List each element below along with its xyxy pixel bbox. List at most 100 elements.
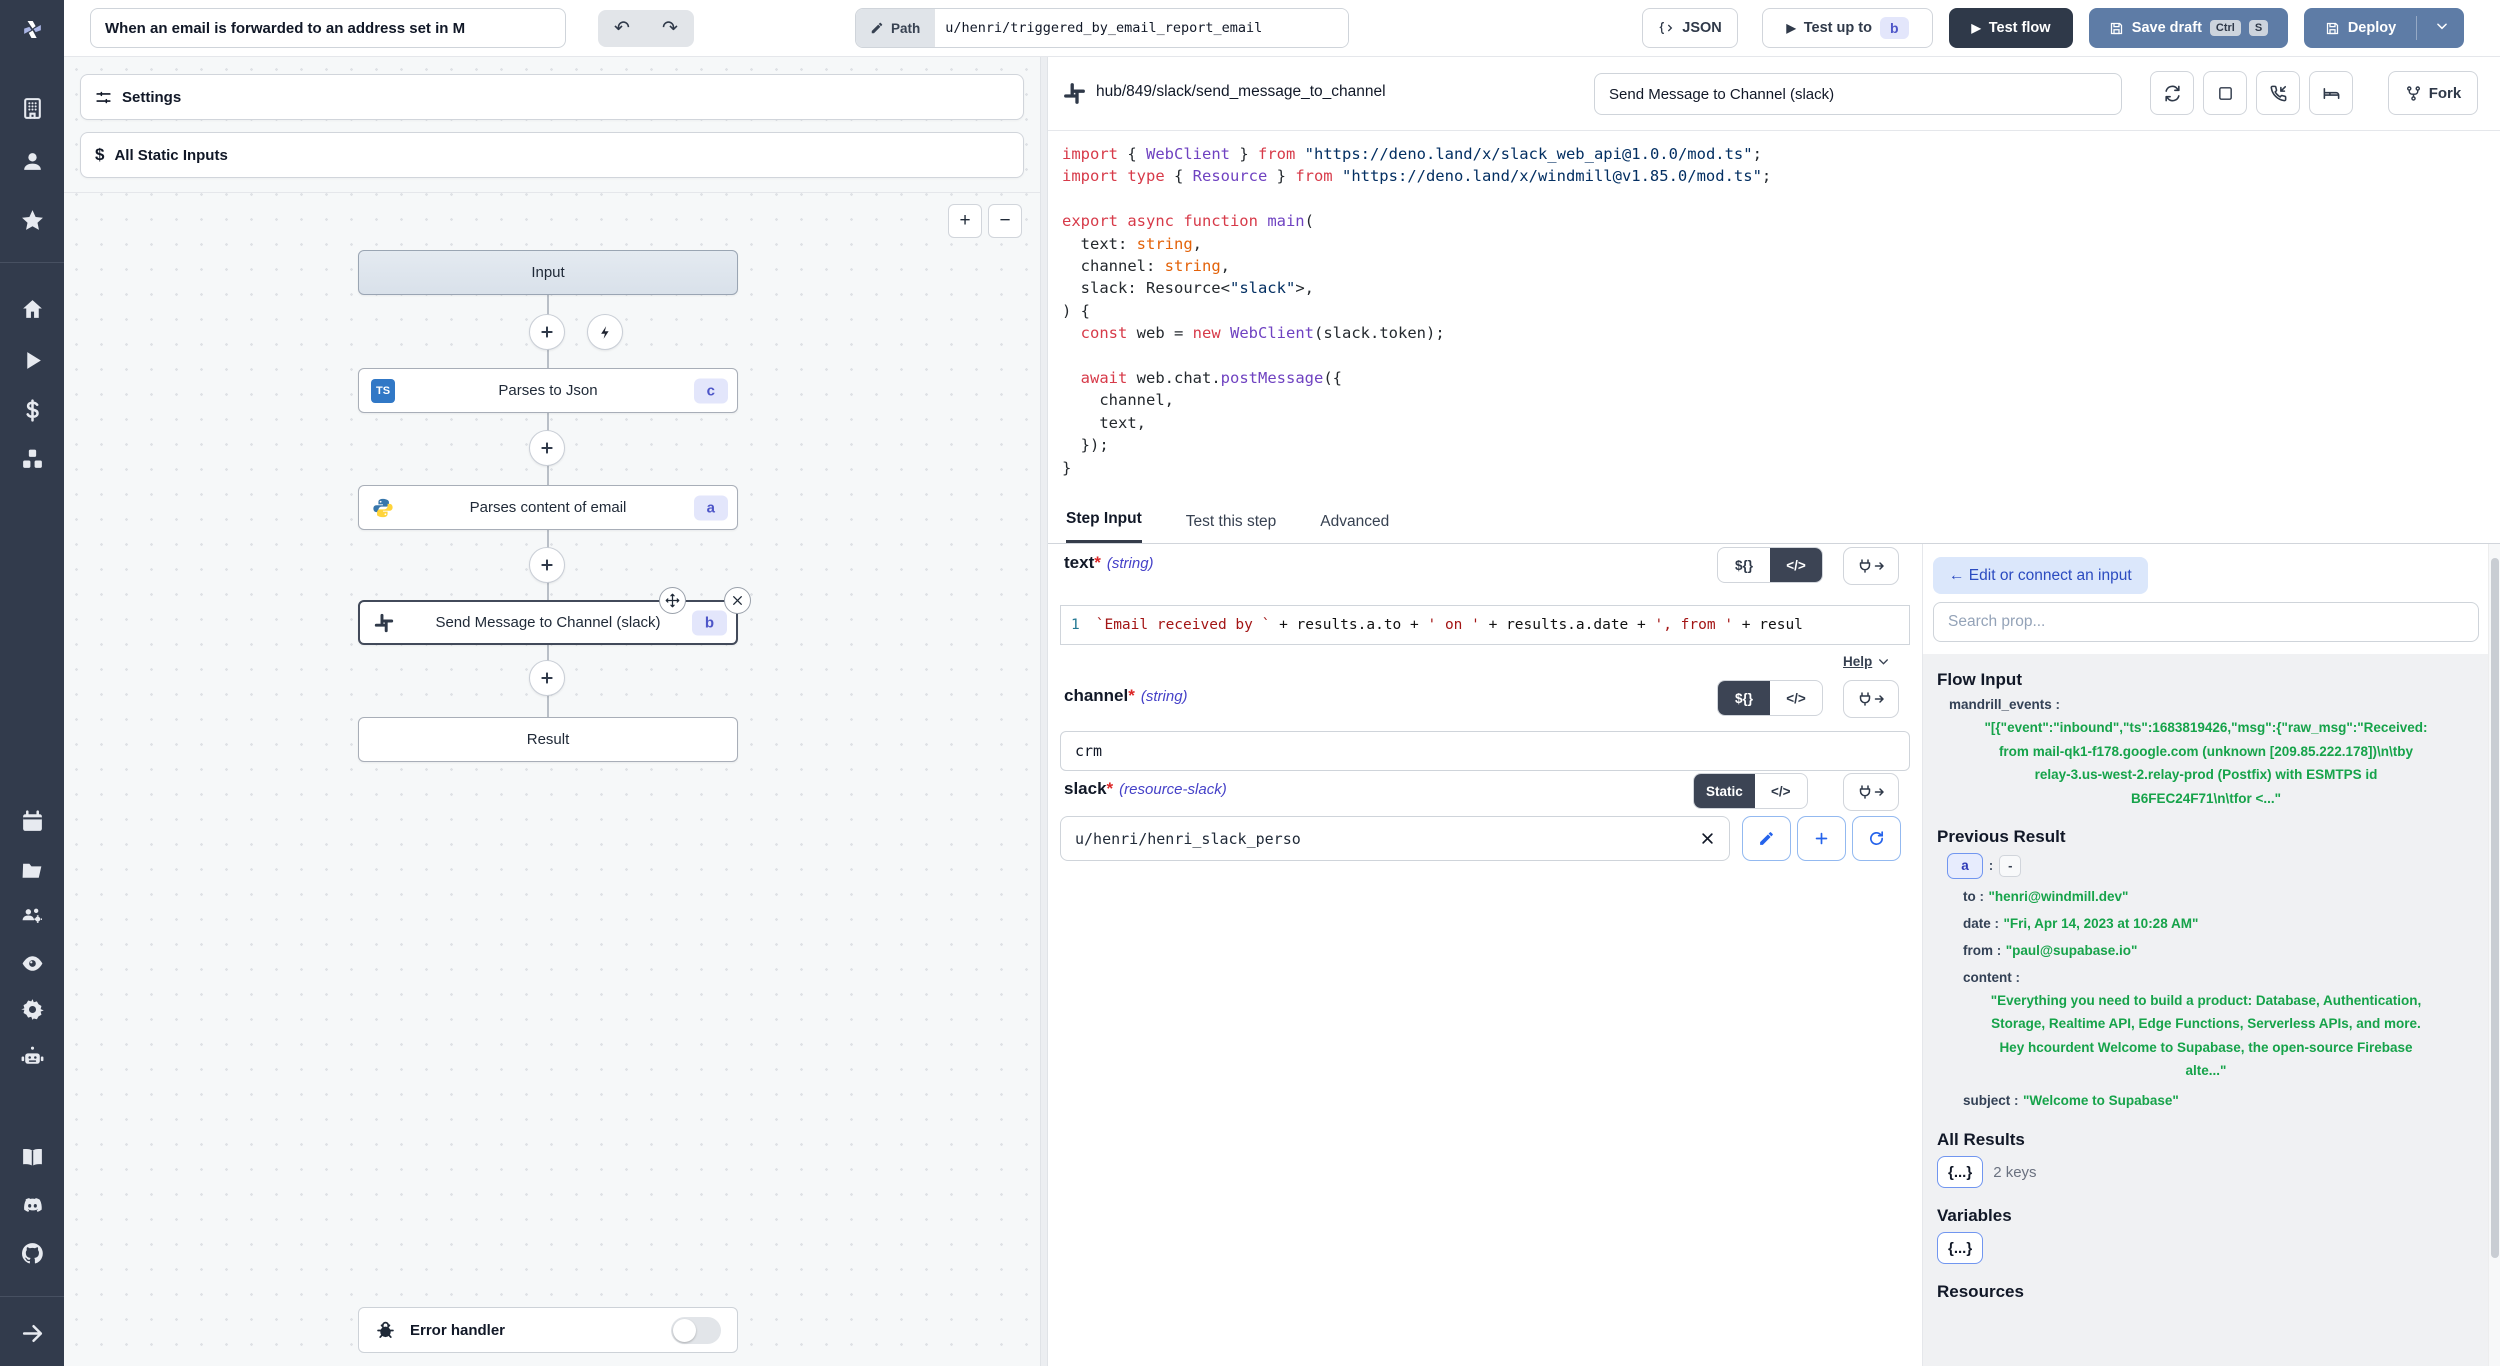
help-label: Help <box>1843 654 1872 669</box>
favorites-star-icon[interactable] <box>0 203 64 237</box>
slack-resource-input[interactable]: u/henri/henri_slack_perso <box>1060 816 1730 861</box>
panel-resizer[interactable] <box>1040 57 1048 1366</box>
github-icon[interactable] <box>0 1236 64 1270</box>
result-content-row[interactable]: content <box>1937 969 2475 987</box>
audit-eye-icon[interactable] <box>0 946 64 980</box>
docs-book-icon[interactable] <box>0 1140 64 1174</box>
all-static-inputs-button[interactable]: $ All Static Inputs <box>80 132 1024 178</box>
edit-resource-button[interactable] <box>1742 816 1791 861</box>
result-a-chip[interactable]: a <box>1947 853 1983 879</box>
step-summary-input[interactable] <box>1594 73 2122 115</box>
insert-step-button[interactable] <box>529 314 565 350</box>
result-date-row[interactable]: date "Fri, Apr 14, 2023 at 10:28 AM" <box>1937 915 2475 933</box>
collapse-rail-arrow-icon[interactable] <box>0 1316 64 1350</box>
javascript-mode-option[interactable]: </> <box>1770 548 1822 582</box>
prop-search-input[interactable] <box>1933 602 2479 642</box>
insert-step-button[interactable] <box>529 660 565 696</box>
flow-node-parses-to-json[interactable]: TS Parses to Json c <box>358 368 738 413</box>
text-expression-editor[interactable]: 1 `Email received by ` + results.a.to + … <box>1060 605 1910 645</box>
template-mode-option[interactable]: ${} <box>1718 548 1770 582</box>
save-draft-button[interactable]: Save draft Ctrl S <box>2089 8 2288 48</box>
add-resource-button[interactable] <box>1797 816 1846 861</box>
windmill-logo-icon[interactable] <box>0 12 64 46</box>
play-icon: ▶ <box>1972 21 1981 35</box>
mandrill-events-value[interactable]: "[{"event":"inbound","ts":1683819426,"ms… <box>1937 714 2475 811</box>
trigger-bolt-button[interactable] <box>587 314 623 350</box>
groups-users-gear-icon[interactable] <box>0 898 64 932</box>
connect-input-button[interactable] <box>1843 547 1899 585</box>
git-fork-icon <box>2405 85 2422 102</box>
refresh-resource-button[interactable] <box>1852 816 1901 861</box>
path-value[interactable]: u/henri/triggered_by_email_report_email <box>934 9 1348 47</box>
result-subject-row[interactable]: subject "Welcome to Supabase" <box>1937 1092 2475 1110</box>
path-chip[interactable]: Path <box>856 9 934 47</box>
variables-object-chip[interactable]: {...} <box>1937 1232 1983 1264</box>
redo-button[interactable]: ↷ <box>646 10 694 47</box>
schedules-calendar-icon[interactable] <box>0 804 64 838</box>
javascript-mode-option[interactable]: </> <box>1755 774 1807 808</box>
error-handler-label: Error handler <box>410 1322 505 1339</box>
error-handler-toggle[interactable] <box>671 1317 721 1344</box>
help-link[interactable]: Help <box>1843 654 1890 669</box>
topbar: ↶ ↷ Path u/henri/triggered_by_email_repo… <box>64 0 2500 57</box>
reload-script-button[interactable] <box>2150 71 2194 115</box>
json-button[interactable]: JSON <box>1642 8 1738 48</box>
tab-advanced[interactable]: Advanced <box>1320 513 1389 543</box>
deploy-button[interactable]: Deploy <box>2304 8 2464 48</box>
node-label: Send Message to Channel (slack) <box>360 614 736 631</box>
result-to-row[interactable]: to "henri@windmill.dev" <box>1937 888 2475 906</box>
runs-play-icon[interactable] <box>0 343 64 377</box>
discord-icon[interactable] <box>0 1188 64 1222</box>
insert-step-button[interactable] <box>529 547 565 583</box>
collapse-button[interactable]: - <box>1999 855 2021 877</box>
deploy-main[interactable]: Deploy <box>2309 20 2408 36</box>
props-scrollbar[interactable] <box>2488 544 2500 1366</box>
test-up-to-step-badge: b <box>1880 17 1909 39</box>
zoom-in-button[interactable]: + <box>948 204 982 238</box>
delete-node-button[interactable] <box>724 587 751 614</box>
static-mode-option[interactable]: Static <box>1694 774 1755 808</box>
all-results-object-chip[interactable]: {...} <box>1937 1156 1983 1188</box>
flow-node-parses-content-of-email[interactable]: Parses content of email a <box>358 485 738 530</box>
undo-button[interactable]: ↶ <box>598 10 646 47</box>
code-editor[interactable]: import { WebClient } from "https://deno.… <box>1048 131 2500 497</box>
home-icon[interactable] <box>0 292 64 326</box>
test-up-to-button[interactable]: ▶ Test up to b <box>1762 8 1933 48</box>
test-flow-button[interactable]: ▶ Test flow <box>1949 8 2073 48</box>
insert-step-button[interactable] <box>529 430 565 466</box>
template-mode-option[interactable]: ${} <box>1718 681 1770 715</box>
resources-boxes-icon[interactable] <box>0 442 64 476</box>
workspace-building-icon[interactable] <box>0 91 64 125</box>
folders-icon[interactable] <box>0 853 64 887</box>
variables-dollar-icon[interactable] <box>0 393 64 427</box>
sleep-bed-button[interactable] <box>2309 71 2353 115</box>
zoom-out-button[interactable]: − <box>988 204 1022 238</box>
connect-input-button[interactable] <box>1843 680 1899 718</box>
user-icon[interactable] <box>0 144 64 178</box>
flow-node-result[interactable]: Result <box>358 717 738 762</box>
javascript-mode-option[interactable]: </> <box>1770 681 1822 715</box>
scrollbar-thumb[interactable] <box>2491 558 2499 1258</box>
error-handler-node[interactable]: Error handler <box>358 1307 738 1353</box>
stop-square-button[interactable] <box>2203 71 2247 115</box>
flow-node-input[interactable]: Input <box>358 250 738 295</box>
workers-robot-icon[interactable] <box>0 1040 64 1074</box>
move-node-handle[interactable] <box>659 587 686 614</box>
connect-input-button[interactable] <box>1843 773 1899 811</box>
result-from-row[interactable]: from "paul@supabase.io" <box>1937 942 2475 960</box>
phone-incoming-button[interactable] <box>2256 71 2300 115</box>
edit-or-connect-button[interactable]: ← Edit or connect an input <box>1933 557 2148 594</box>
clear-resource-icon[interactable] <box>1700 831 1715 846</box>
plus-icon <box>539 440 555 456</box>
tab-step-input[interactable]: Step Input <box>1066 510 1142 543</box>
plus-icon <box>1813 830 1830 847</box>
deploy-dropdown-chevron[interactable] <box>2425 19 2459 37</box>
flow-title-input[interactable] <box>90 8 566 48</box>
settings-gear-icon[interactable] <box>0 992 64 1026</box>
flow-settings-button[interactable]: Settings <box>80 74 1024 120</box>
result-content-value[interactable]: "Everything you need to build a product:… <box>1937 987 2475 1084</box>
fork-button[interactable]: Fork <box>2388 71 2478 115</box>
channel-value-input[interactable] <box>1060 731 1910 771</box>
mandrill-events-row[interactable]: mandrill_events <box>1937 696 2475 714</box>
tab-test-this-step[interactable]: Test this step <box>1186 513 1276 543</box>
